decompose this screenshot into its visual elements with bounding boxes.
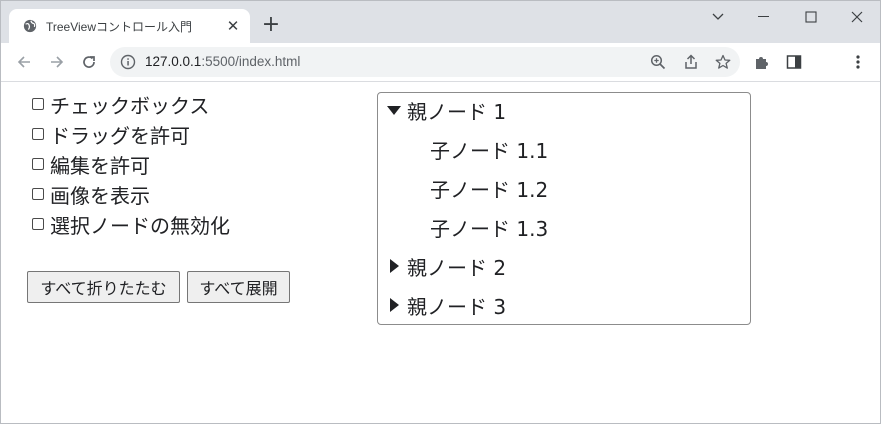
- option-label: 選択ノードの無効化: [50, 213, 230, 238]
- tree-node-child-1-2[interactable]: 子ノード 1.2: [430, 175, 549, 202]
- tree-node-label: 子ノード 1.3: [430, 216, 549, 241]
- option-label: チェックボックス: [50, 93, 210, 118]
- url-path: :5500/index.html: [201, 54, 301, 69]
- option-show-images[interactable]: 画像を表示: [32, 183, 150, 208]
- checkbox-show-images[interactable]: [32, 188, 44, 200]
- collapse-all-button[interactable]: すべて折りたたむ: [27, 271, 180, 303]
- caret-right-icon[interactable]: [386, 297, 402, 313]
- kebab-menu-icon[interactable]: [849, 53, 867, 71]
- bookmark-star-icon[interactable]: [714, 53, 732, 71]
- browser-toolbar: 127.0.0.1:5500/index.html: [1, 43, 880, 82]
- forward-arrow-icon[interactable]: [45, 50, 69, 74]
- reload-icon[interactable]: [77, 50, 101, 74]
- tree-node-label: 親ノード 3: [407, 294, 507, 319]
- option-allow-drag[interactable]: ドラッグを許可: [32, 123, 190, 148]
- close-window-icon[interactable]: [834, 1, 880, 33]
- maximize-icon[interactable]: [788, 1, 834, 33]
- option-label: ドラッグを許可: [50, 123, 190, 148]
- back-arrow-icon[interactable]: [12, 50, 36, 74]
- browser-window: TreeViewコントロール入門 ✕ + 127.0.0.1:5500/inde…: [0, 0, 881, 424]
- url-host: 127.0.0.1: [145, 54, 202, 69]
- tree-node-label: 親ノード 2: [407, 255, 507, 280]
- tree-node-label: 子ノード 1.1: [430, 138, 549, 163]
- tree-node-child-1-1[interactable]: 子ノード 1.1: [430, 136, 549, 163]
- tree-node-label: 子ノード 1.2: [430, 177, 549, 202]
- caret-down-icon[interactable]: [386, 102, 402, 118]
- checkbox-allow-drag[interactable]: [32, 128, 44, 140]
- chevron-down-icon[interactable]: [695, 1, 741, 33]
- tree-view: 親ノード 1 子ノード 1.1 子ノード 1.2 子ノード 1.3 親ノード 2…: [377, 92, 751, 325]
- option-label: 編集を許可: [50, 153, 150, 178]
- extensions-puzzle-icon[interactable]: [753, 53, 771, 71]
- checkbox-allow-edit[interactable]: [32, 158, 44, 170]
- tab-strip: TreeViewコントロール入門 ✕ +: [1, 1, 880, 43]
- minimize-icon[interactable]: [741, 1, 787, 33]
- tree-node-label: 親ノード 1: [407, 99, 507, 124]
- checkbox-disable-selected[interactable]: [32, 218, 44, 230]
- option-allow-edit[interactable]: 編集を許可: [32, 153, 150, 178]
- tab-close-icon[interactable]: ✕: [225, 18, 241, 34]
- tree-node-parent-1[interactable]: 親ノード 1: [386, 97, 507, 124]
- zoom-icon[interactable]: [649, 53, 667, 71]
- active-tab[interactable]: TreeViewコントロール入門 ✕: [9, 9, 250, 43]
- tree-node-parent-2[interactable]: 親ノード 2: [386, 253, 507, 280]
- tree-node-child-1-3[interactable]: 子ノード 1.3: [430, 214, 549, 241]
- tab-title: TreeViewコントロール入門: [46, 20, 193, 34]
- side-panel-icon[interactable]: [785, 53, 803, 71]
- tree-node-parent-3[interactable]: 親ノード 3: [386, 292, 507, 319]
- share-icon[interactable]: [682, 53, 700, 71]
- url-text[interactable]: 127.0.0.1:5500/index.html: [145, 54, 300, 69]
- info-icon[interactable]: [119, 53, 137, 71]
- caret-right-icon[interactable]: [386, 258, 402, 274]
- address-bar[interactable]: 127.0.0.1:5500/index.html: [110, 47, 740, 77]
- globe-icon: [23, 19, 37, 33]
- new-tab-button[interactable]: +: [259, 14, 283, 38]
- option-checkbox[interactable]: チェックボックス: [32, 93, 209, 118]
- option-disable-selected[interactable]: 選択ノードの無効化: [32, 213, 230, 238]
- expand-all-button[interactable]: すべて展開: [187, 271, 290, 303]
- checkbox-checkboxes[interactable]: [32, 98, 44, 110]
- option-label: 画像を表示: [50, 183, 150, 208]
- page-content: チェックボックス ドラッグを許可 編集を許可 画像を表示 選択ノードの無効化 す…: [1, 82, 880, 423]
